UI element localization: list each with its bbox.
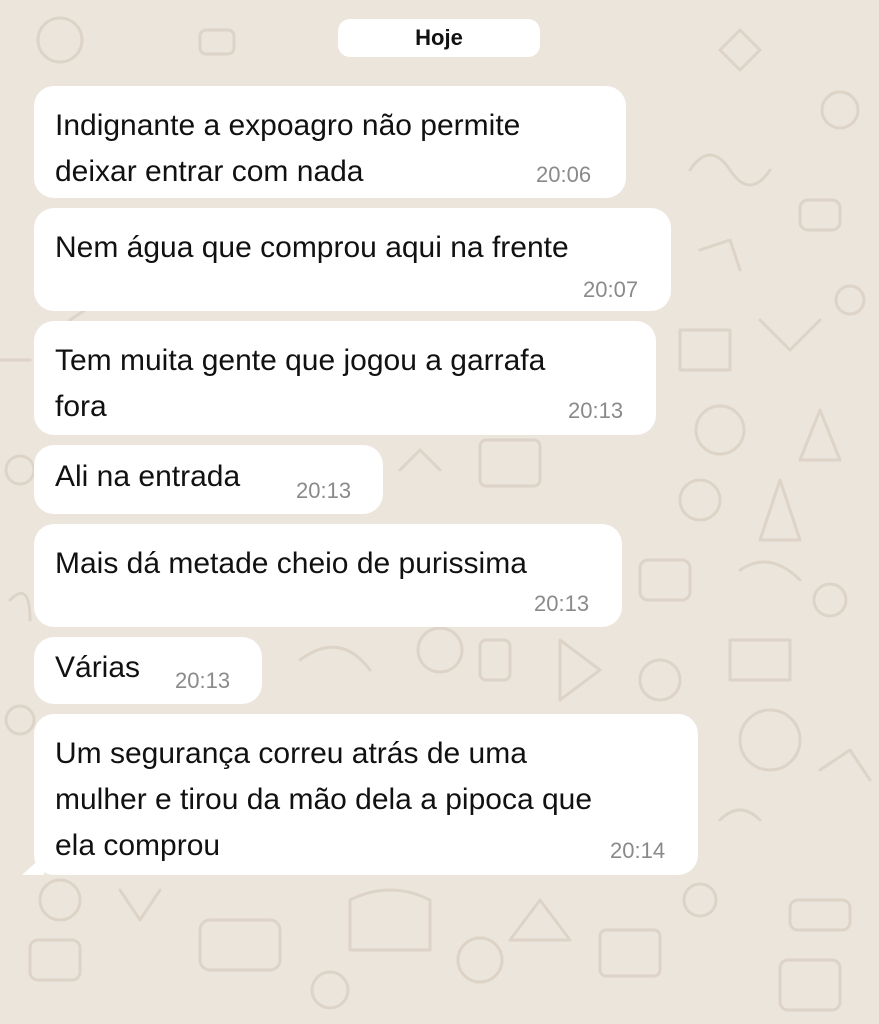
message-text: Tem muita gente que jogou a garrafa fora (55, 338, 545, 430)
message-line: Nem água que comprou aqui na frente (55, 231, 569, 264)
message-bubble[interactable]: Um segurança correu atrás de uma mulher … (34, 714, 698, 875)
message-line: deixar entrar com nada (55, 155, 364, 188)
message-timestamp: 20:06 (536, 162, 592, 187)
message-line: fora (55, 390, 107, 423)
message-text: Várias (55, 645, 140, 691)
message-timestamp: 20:13 (534, 591, 590, 616)
date-separator: Hoje (338, 19, 540, 57)
message-timestamp: 20:13 (175, 668, 231, 693)
message-text: Indignante a expoagro não permite deixar… (55, 103, 520, 195)
message-timestamp: 20:13 (568, 398, 624, 423)
message-line: Ali na entrada (55, 460, 241, 493)
message-line: Tem muita gente que jogou a garrafa (55, 344, 546, 377)
message-bubble[interactable]: Tem muita gente que jogou a garrafa fora… (34, 321, 656, 435)
message-line: Várias (55, 651, 141, 684)
message-text: Nem água que comprou aqui na frente (55, 225, 569, 271)
message-timestamp: 20:13 (296, 478, 352, 503)
message-text: Ali na entrada (55, 454, 240, 500)
message-text: Mais dá metade cheio de purissima (55, 541, 527, 587)
message-line: Indignante a expoagro não permite (55, 109, 521, 142)
message-line: Um segurança correu atrás de uma (55, 737, 527, 770)
message-timestamp: 20:07 (583, 277, 639, 302)
bubble-tail (22, 855, 44, 875)
message-bubble[interactable]: Ali na entrada 20:13 (34, 445, 383, 514)
message-timestamp: 20:14 (610, 838, 666, 863)
message-line: Mais dá metade cheio de purissima (55, 547, 527, 580)
message-bubble[interactable]: Nem água que comprou aqui na frente 20:0… (34, 208, 671, 311)
message-bubble[interactable]: Indignante a expoagro não permite deixar… (34, 86, 626, 198)
message-line: ela comprou (55, 829, 221, 862)
message-line: mulher e tirou da mão dela a pipoca que (55, 783, 593, 816)
message-bubble[interactable]: Mais dá metade cheio de purissima 20:13 (34, 524, 622, 627)
message-bubble[interactable]: Várias 20:13 (34, 637, 262, 704)
message-text: Um segurança correu atrás de uma mulher … (55, 731, 592, 869)
